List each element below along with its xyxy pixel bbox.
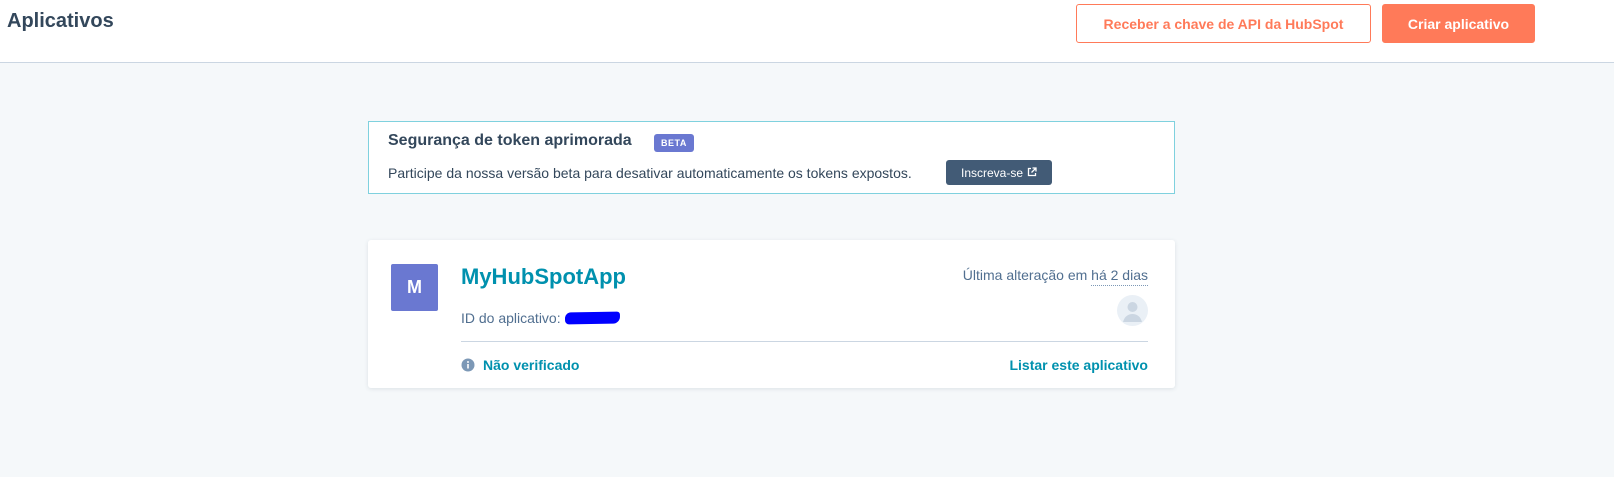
app-card: M MyHubSpotApp ID do aplicativo: Última … [368,240,1175,388]
info-icon [461,358,475,372]
list-app-link[interactable]: Listar este aplicativo [1009,357,1148,373]
user-avatar-icon [1117,295,1148,326]
last-modified: Última alteração em há 2 dias [962,267,1148,286]
token-security-banner: Segurança de token aprimorada BETA Parti… [368,121,1175,194]
get-api-key-button[interactable]: Receber a chave de API da HubSpot [1076,4,1371,43]
external-link-icon [1027,166,1037,180]
page-title: Aplicativos [7,10,114,32]
app-id-label: ID do aplicativo: [461,310,561,326]
verification-status: Não verificado [461,357,579,373]
redacted-app-id [564,311,620,325]
app-name-link[interactable]: MyHubSpotApp [461,264,626,290]
subscribe-button[interactable]: Inscreva-se [946,160,1052,185]
app-id: ID do aplicativo: [461,310,620,326]
create-app-button[interactable]: Criar aplicativo [1382,4,1535,43]
last-modified-prefix: Última alteração em [962,267,1088,283]
beta-badge: BETA [654,134,694,152]
app-avatar: M [391,264,438,311]
last-modified-relative: há 2 dias [1091,267,1148,286]
page-header: Aplicativos Receber a chave de API da Hu… [0,0,1614,63]
card-divider [461,341,1148,342]
verification-status-label: Não verificado [483,357,580,373]
banner-title: Segurança de token aprimorada [388,132,632,149]
banner-description: Participe da nossa versão beta para desa… [388,165,912,181]
subscribe-button-label: Inscreva-se [960,165,1024,180]
